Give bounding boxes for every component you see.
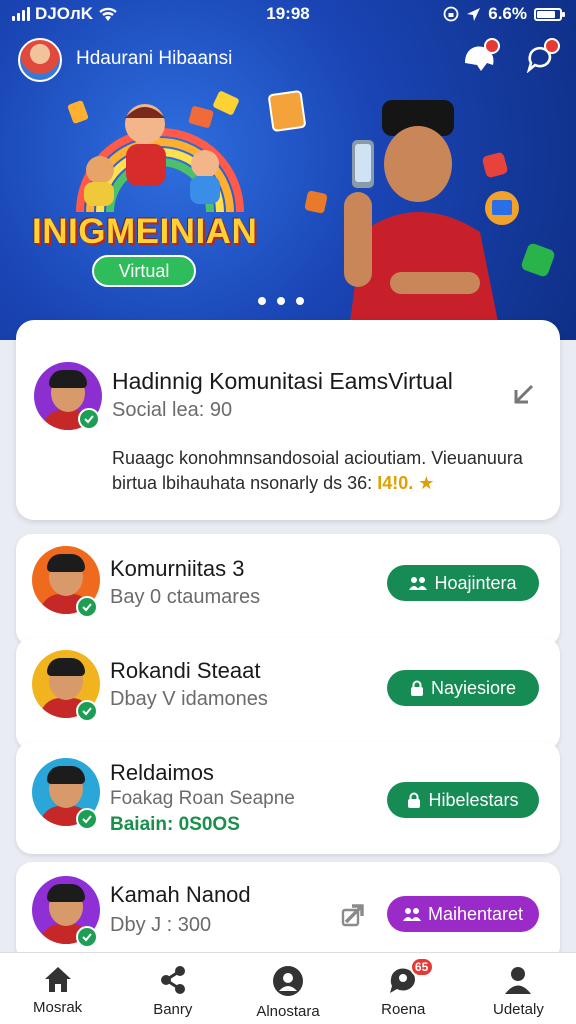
group-card[interactable]: Rokandi Steaat Dbay V idamones Nayiesior… — [16, 638, 560, 750]
lock-icon — [408, 792, 421, 808]
message-badge — [544, 38, 560, 54]
nav-label: Alnostara — [256, 1003, 320, 1020]
home-icon — [44, 967, 71, 992]
nav-badge: 65 — [409, 957, 434, 977]
profile-name: Hdaurani Hibaansi — [76, 48, 233, 69]
promo-pill[interactable]: Virtual — [92, 255, 196, 287]
join-button-label: Nayiesiore — [430, 677, 517, 698]
group-title: Kamah Nanod — [110, 882, 251, 907]
group-subtitle: Dbay V idamones — [110, 688, 268, 710]
nav-label: Banry — [153, 1001, 193, 1018]
promo-title: INIGMEINIAN — [32, 212, 258, 251]
nav-label: Udetaly — [492, 1001, 544, 1018]
nav-item-chat[interactable]: 65 Roena — [346, 953, 461, 1024]
verified-badge-icon — [76, 926, 98, 948]
join-button[interactable]: Hibelestars — [387, 782, 539, 818]
battery-icon — [534, 7, 565, 21]
group-subtitle: Dby J : 300 — [110, 914, 212, 936]
verified-badge-icon — [78, 408, 100, 430]
featured-highlight: I4!0. — [377, 473, 414, 493]
group-card[interactable]: Reldaimos Foakag Roan Seapne Baiain: 0S0… — [16, 742, 560, 854]
collapse-arrow-icon[interactable] — [510, 382, 536, 408]
featured-subtitle: Social lea: 90 — [112, 399, 233, 421]
floating-card-icon — [267, 89, 307, 133]
notification-badge — [484, 38, 500, 54]
share-arrow-icon[interactable] — [340, 898, 370, 928]
carousel-dot[interactable] — [296, 297, 304, 305]
carousel-dot[interactable] — [277, 297, 285, 305]
battery-percent: 6.6% — [488, 4, 527, 23]
messages-button[interactable] — [520, 38, 560, 78]
rotation-lock-icon — [443, 6, 459, 22]
join-button-label: Hoajintera — [434, 572, 517, 593]
join-button[interactable]: Maihentaret — [387, 896, 539, 932]
verified-badge-icon — [76, 808, 98, 830]
group-title: Rokandi Steaat — [110, 658, 261, 683]
carousel-dot[interactable] — [258, 297, 266, 305]
featured-community-card[interactable]: Hadinnig Komunitasi EamsVirtual Social l… — [16, 320, 560, 520]
nav-item-share[interactable]: Banry — [115, 953, 230, 1024]
group-title: Reldaimos — [110, 760, 214, 785]
group-subtitle: Bay 0 ctaumares — [110, 586, 261, 608]
share-icon — [160, 966, 185, 994]
star-icon: ★ — [418, 473, 435, 493]
nav-label: Mosrak — [33, 999, 83, 1016]
nav-label: Roena — [381, 1001, 426, 1018]
group-card[interactable]: Komurniitas 3 Bay 0 ctaumares Hoajintera — [16, 534, 560, 646]
carousel-indicator[interactable] — [258, 297, 304, 305]
join-button[interactable]: Nayiesiore — [387, 670, 539, 706]
nav-item-profile-circle[interactable]: Alnostara — [230, 953, 345, 1024]
group-card[interactable]: Kamah Nanod Dby J : 300 Maihentaret — [16, 862, 560, 962]
group-icon — [402, 908, 421, 921]
verified-badge-icon — [76, 596, 98, 618]
group-price: Baiain: 0S0OS — [110, 814, 240, 835]
nav-item-home[interactable]: Mosrak — [0, 953, 115, 1024]
featured-title: Hadinnig Komunitasi EamsVirtual — [112, 368, 453, 394]
promo-illustration — [67, 91, 244, 213]
group-icon — [409, 577, 428, 590]
group-subtitle: Foakag Roan Seapne — [110, 788, 295, 809]
floating-app-icons — [482, 152, 555, 277]
notifications-button[interactable] — [460, 38, 500, 78]
join-button-label: Maihentaret — [427, 903, 524, 924]
location-icon — [467, 7, 481, 21]
join-button[interactable]: Hoajintera — [387, 565, 539, 601]
featured-description: Ruaagc konohmnsandosoial acioutiam. Vieu… — [112, 446, 542, 496]
profile-circle-icon — [273, 966, 303, 996]
featured-description-text: Ruaagc konohmnsandosoial acioutiam. Vieu… — [112, 448, 523, 493]
user-icon — [505, 967, 532, 994]
hero-banner[interactable]: DJOлK 19:98 6.6% Hdaurani Hibaansi INIGM… — [0, 0, 576, 340]
join-button-label: Hibelestars — [428, 789, 519, 810]
floating-badge-icon — [304, 190, 328, 214]
group-title: Komurniitas 3 — [110, 556, 245, 581]
bottom-navigation: Mosrak Banry Alnostara 65 Roena Udetaly — [0, 952, 576, 1024]
nav-item-user[interactable]: Udetaly — [461, 953, 576, 1024]
verified-badge-icon — [76, 700, 98, 722]
lock-icon — [410, 680, 423, 696]
status-bar: DJOлK 19:98 6.6% — [0, 0, 576, 28]
